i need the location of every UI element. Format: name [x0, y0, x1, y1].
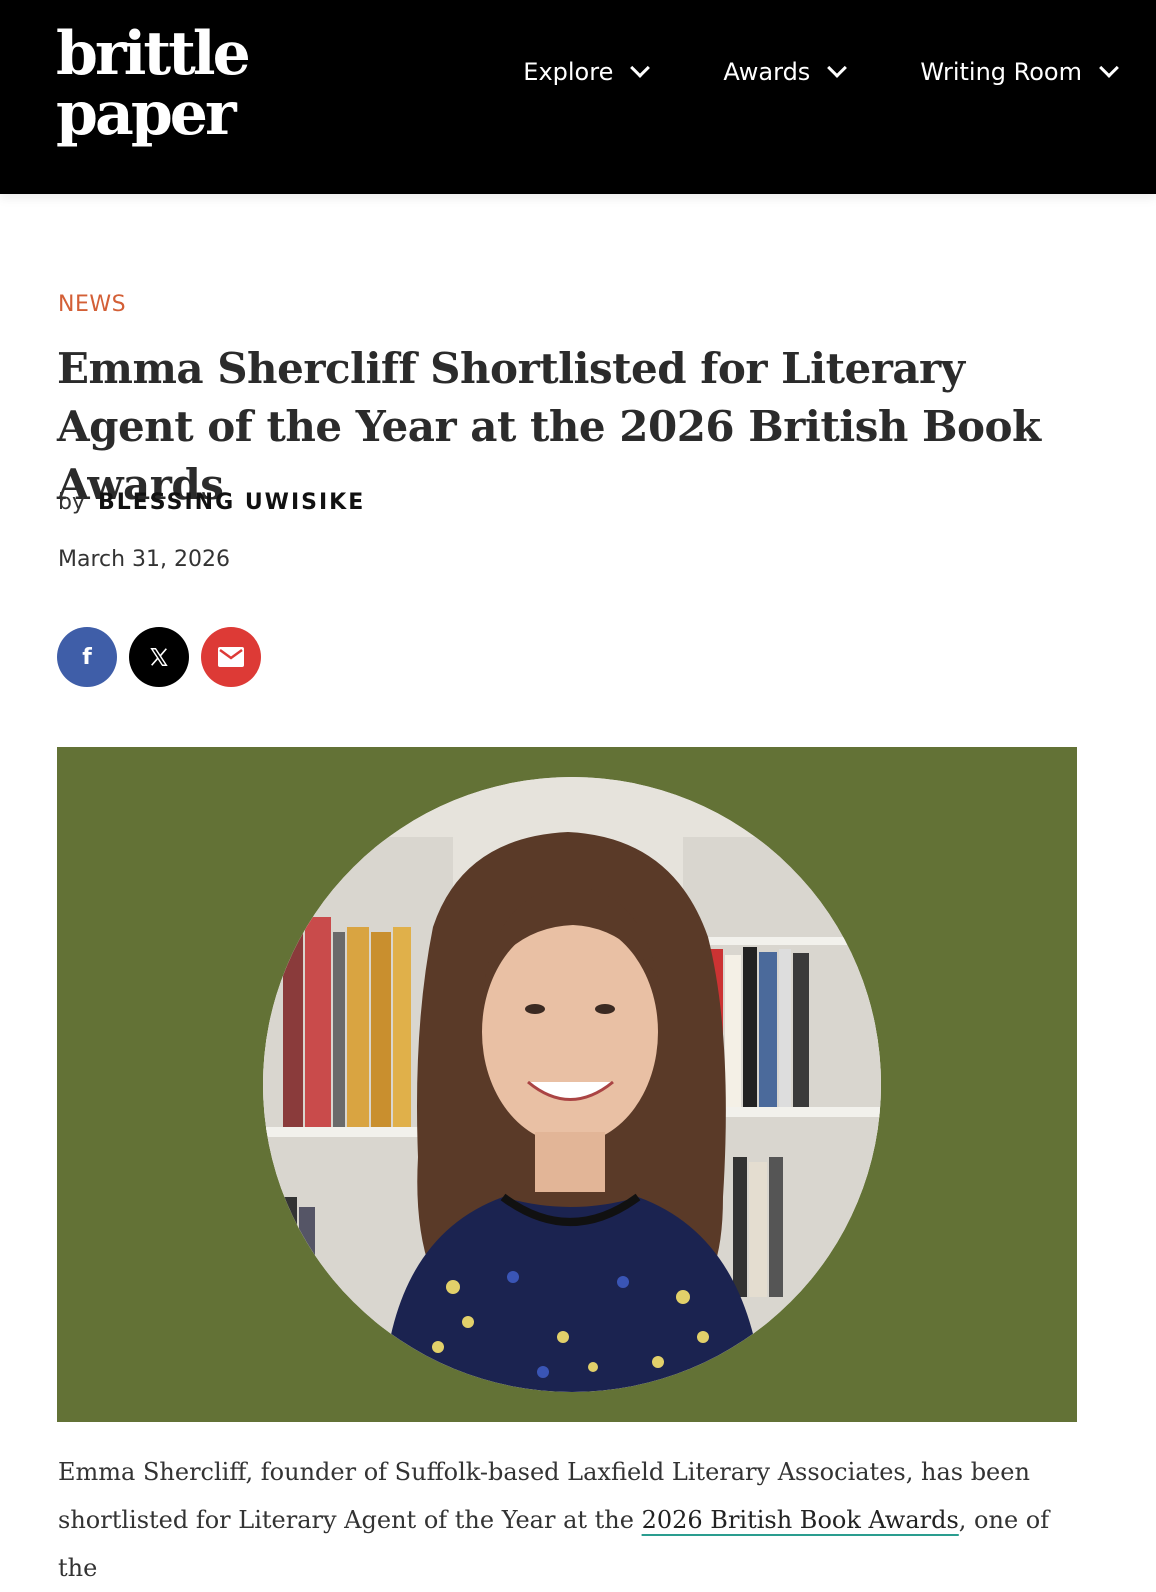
site-header: brittle paper Explore Awards Writing Roo…: [0, 0, 1156, 194]
nav-explore[interactable]: Explore: [523, 52, 651, 92]
category-link[interactable]: NEWS: [58, 292, 126, 317]
share-x-button[interactable]: [129, 627, 189, 687]
portrait-illustration: [263, 777, 881, 1392]
share-facebook-button[interactable]: f: [57, 627, 117, 687]
email-icon: [218, 647, 244, 667]
nav-writing-room-label: Writing Room: [920, 58, 1082, 86]
publish-date: March 31, 2026: [58, 547, 231, 572]
article-body: Emma Shercliff, founder of Suffolk-based…: [58, 1448, 1078, 1592]
chevron-down-icon: [630, 58, 651, 78]
byline-prefix: by: [58, 490, 85, 515]
logo-line-2: paper: [56, 79, 237, 149]
chevron-down-icon: [827, 58, 848, 78]
facebook-icon: f: [82, 644, 92, 670]
main-nav: Explore Awards Writing Room: [523, 52, 1119, 92]
share-buttons: f: [57, 627, 273, 687]
nav-awards-label: Awards: [723, 58, 811, 86]
byline: by BLESSING UWISIKE: [58, 490, 365, 515]
portrait-photo: [263, 777, 881, 1392]
featured-image: [57, 747, 1077, 1422]
share-email-button[interactable]: [201, 627, 261, 687]
chevron-down-icon: [1099, 58, 1119, 78]
nav-explore-label: Explore: [523, 58, 614, 86]
x-twitter-icon: [150, 648, 168, 666]
site-logo[interactable]: brittle paper: [56, 19, 251, 149]
british-book-awards-link[interactable]: 2026 British Book Awards: [642, 1506, 959, 1534]
logo-line-1: brittle: [56, 19, 251, 89]
article-title: Emma Shercliff Shortlisted for Literary …: [57, 344, 1041, 509]
nav-awards[interactable]: Awards: [723, 52, 848, 92]
nav-writing-room[interactable]: Writing Room: [920, 52, 1119, 92]
author-link[interactable]: BLESSING UWISIKE: [98, 490, 365, 515]
